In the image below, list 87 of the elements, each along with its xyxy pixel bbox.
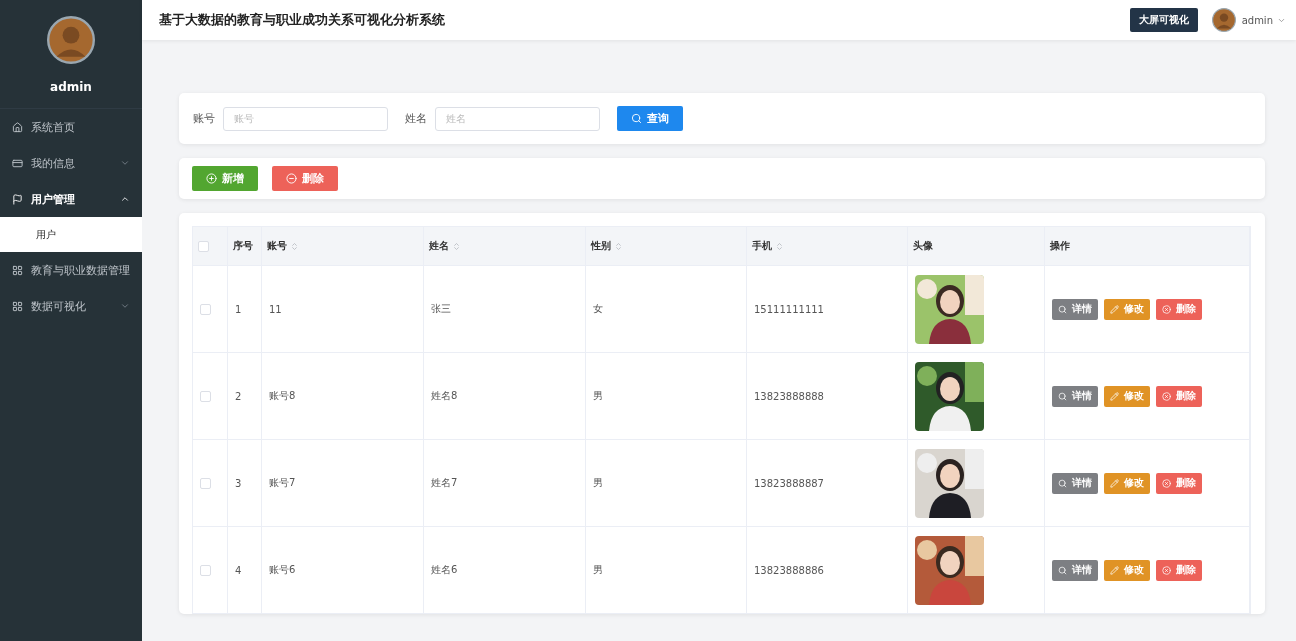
table-cell: 男 [593,563,603,577]
column-header: 头像 [908,227,1045,265]
table-cell: 姓名6 [431,563,458,577]
username: admin [50,80,92,94]
flag-icon [12,193,23,205]
table-cell: 姓名8 [431,389,458,403]
x-circle-icon [1162,391,1171,401]
menu-item[interactable]: 数据可视化 [0,288,142,324]
sort-icon[interactable] [452,241,461,251]
checkbox[interactable] [200,564,211,576]
table-cell: 1 [235,303,242,315]
search-field[interactable]: 账号 [223,106,388,131]
edit-button[interactable]: 修改 [1104,385,1150,407]
menu-item[interactable]: 教育与职业数据管理 [0,252,142,288]
delete-button[interactable]: 删除 [272,166,338,191]
edit-button[interactable]: 修改 [1104,298,1150,320]
grid-icon [12,264,23,276]
table-cell: 3 [235,477,242,489]
table-cell: 张三 [431,302,451,316]
table-cell: 女 [593,302,603,316]
sort-icon[interactable] [614,241,623,251]
field-label: 账号 [193,111,215,126]
checkbox[interactable] [200,303,211,315]
pencil-icon [1110,391,1119,401]
menu-item[interactable]: 我的信息 [0,145,142,181]
column-header: 操作 [1045,227,1250,265]
table-cell: 账号6 [269,563,296,577]
detail-button[interactable]: 详情 [1052,559,1098,581]
pencil-icon [1110,565,1119,575]
search-icon [1058,304,1067,314]
app-title: 基于大数据的教育与职业成功关系可视化分析系统 [159,11,446,29]
checkbox[interactable] [200,390,211,402]
table-cell: 13823888886 [754,564,824,576]
search-icon [631,113,642,124]
table-cell: 13823888888 [754,390,824,402]
edit-button[interactable]: 修改 [1104,559,1150,581]
delete-button[interactable]: 删除 [1156,298,1202,320]
card-icon [12,157,23,169]
pencil-icon [1110,478,1119,488]
home-icon [12,121,23,133]
minus-circle-icon [286,173,297,184]
user-avatar [1211,8,1236,32]
table-cell: 账号8 [269,389,296,403]
sort-icon[interactable] [290,241,299,251]
menu-item[interactable]: 用户管理 [0,181,142,217]
x-circle-icon [1162,304,1171,314]
column-header[interactable]: 姓名 [424,227,586,265]
table-cell: 13823888887 [754,477,824,489]
detail-button[interactable]: 详情 [1052,385,1098,407]
column-header[interactable]: 性别 [586,227,747,265]
delete-button[interactable]: 删除 [1156,559,1202,581]
x-circle-icon [1162,565,1171,575]
detail-button[interactable]: 详情 [1052,298,1098,320]
big-screen-button[interactable]: 大屏可视化 [1129,8,1198,32]
plus-circle-icon [206,173,217,184]
grid-icon [12,300,23,312]
sort-icon[interactable] [775,241,784,251]
search-icon [1058,565,1067,575]
delete-button[interactable]: 删除 [1156,385,1202,407]
table-cell: 11 [269,303,282,315]
table-cell: 男 [593,476,603,490]
menu-item[interactable]: 系统首页 [0,109,142,145]
table-cell: 姓名7 [431,476,458,490]
field-label: 姓名 [405,111,427,126]
table-cell: 2 [235,390,242,402]
table-cell: 男 [593,389,603,403]
detail-button[interactable]: 详情 [1052,472,1098,494]
checkbox[interactable] [198,240,209,252]
search-icon [1058,478,1067,488]
table-cell: 15111111111 [754,303,824,315]
user-menu[interactable]: admin [1241,14,1273,26]
table-cell: 账号7 [269,476,296,490]
x-circle-icon [1162,478,1171,488]
column-header: 序号 [228,227,262,265]
edit-button[interactable]: 修改 [1104,472,1150,494]
column-header[interactable]: 账号 [262,227,424,265]
search-field[interactable]: 姓名 [435,106,600,131]
table-cell: 4 [235,564,242,576]
search-button[interactable]: 查询 [617,106,683,131]
checkbox[interactable] [200,477,211,489]
column-header[interactable]: 手机 [747,227,908,265]
avatar [47,16,95,64]
submenu-item[interactable]: 用户 [0,217,142,252]
pencil-icon [1110,304,1119,314]
search-icon [1058,391,1067,401]
delete-button[interactable]: 删除 [1156,472,1202,494]
add-button[interactable]: 新增 [192,166,258,191]
